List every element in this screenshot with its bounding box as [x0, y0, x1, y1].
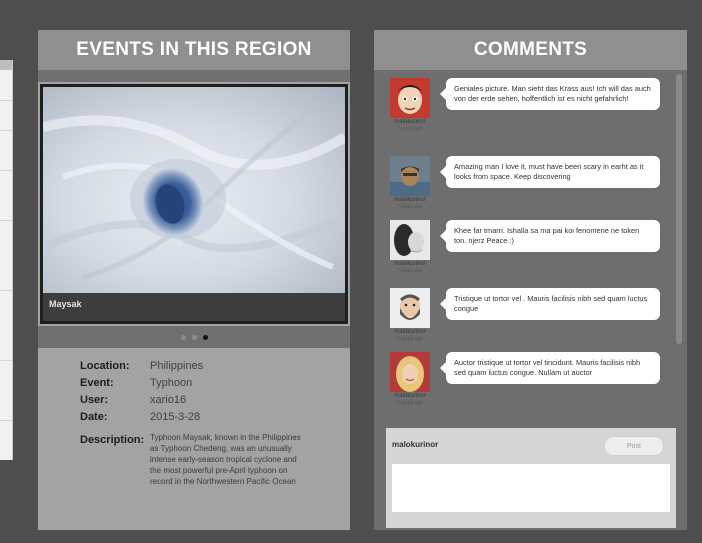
carousel-indicator: [38, 326, 350, 348]
comment-author[interactable]: malokurinor: [386, 329, 434, 336]
comments-title: COMMENTS: [374, 30, 687, 70]
carousel-dot-2[interactable]: [191, 334, 197, 340]
event-details: Location: Philippines Event: Typhoon Use…: [80, 348, 340, 487]
background-window: [0, 60, 13, 460]
date-label: Date:: [80, 411, 108, 423]
comment-time: 7 years ago: [396, 400, 424, 406]
comment-item: malokurinor 7 years ago Auctor tristique…: [386, 352, 676, 408]
date-value: 2015-3-28: [150, 411, 201, 423]
carousel-dot-1[interactable]: [180, 334, 186, 340]
reply-username: malokurinor: [392, 440, 439, 449]
user-label: User:: [80, 394, 109, 406]
comment-bubble: Auctor tristique ut tortor vel tincidunt…: [440, 352, 660, 384]
event-photo-frame[interactable]: Maysak: [40, 84, 348, 324]
cartoon-face-icon[interactable]: [390, 78, 430, 118]
comment-bubble: Geniales picture. Man sieht das Krass au…: [440, 78, 660, 110]
comment-bubble: Tristique ut tortor vel . Mauris facilis…: [440, 288, 660, 320]
comment-item: malokurinor 7 years ago Amazing man I lo…: [386, 156, 676, 212]
comment-item: malokurinor 7 years ago Tristique ut tor…: [386, 288, 676, 344]
event-label: Event:: [80, 377, 114, 389]
description-label: Description:: [80, 434, 145, 446]
location-label: Location:: [80, 360, 130, 372]
comment-author[interactable]: malokurinor: [386, 119, 434, 126]
user-photo-avatar[interactable]: [390, 156, 430, 196]
comment-bubble: Khee far tmarri. Ishalla sa ma pai koi f…: [440, 220, 660, 252]
comment-bubble: Amazing man I love it, must have been sc…: [440, 156, 660, 188]
comment-author[interactable]: malokurinor: [386, 393, 434, 400]
user-value: xario16: [150, 394, 187, 406]
comment-item: malokurinor 7 years ago Khee far tmarri.…: [386, 220, 676, 276]
comment-time: 7 years ago: [396, 268, 424, 274]
events-panel: EVENTS IN THIS REGION Maysak Location: P…: [38, 30, 350, 530]
event-value: Typhoon: [150, 377, 193, 389]
photo-caption: Maysak: [49, 299, 82, 309]
user-photo-avatar[interactable]: [390, 220, 430, 260]
carousel-dot-3[interactable]: [202, 334, 208, 340]
blonde-avatar[interactable]: [390, 352, 430, 392]
comment-author[interactable]: malokurinor: [386, 197, 434, 204]
comments-panel: COMMENTS malokurinor 7 years ago Geniale…: [374, 30, 687, 530]
description-value: Typhoon Maysak, known in the Philippines…: [150, 433, 301, 486]
typhoon-photo[interactable]: [43, 87, 345, 293]
comments-scrollbar[interactable]: [676, 74, 682, 344]
comment-time: 7 years ago: [396, 126, 424, 132]
post-button[interactable]: Post: [604, 436, 664, 456]
bearded-face-icon[interactable]: [390, 288, 430, 328]
comment-time: 7 years ago: [396, 336, 424, 342]
events-title: EVENTS IN THIS REGION: [38, 30, 350, 70]
comment-author[interactable]: malokurinor: [386, 261, 434, 268]
location-value: Philippines: [150, 360, 204, 372]
comment-time: 7 years ago: [396, 204, 424, 210]
comment-input[interactable]: [392, 464, 670, 512]
comment-item: malokurinor 7 years ago Geniales picture…: [386, 78, 676, 134]
reply-box: malokurinor Post: [386, 428, 676, 528]
